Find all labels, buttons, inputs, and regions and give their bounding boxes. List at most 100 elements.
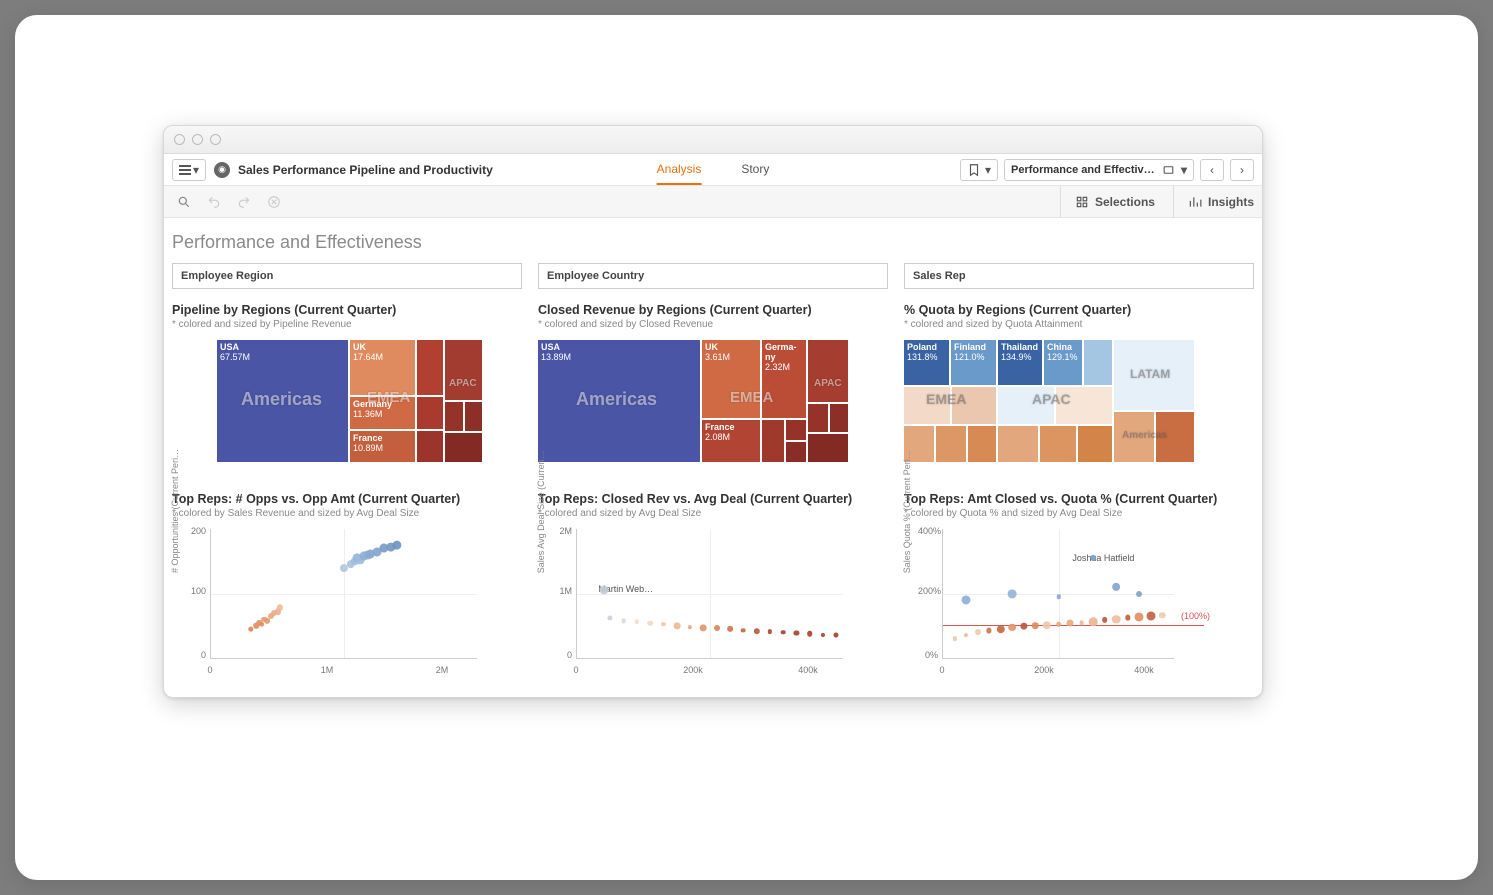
data-point[interactable] (1020, 623, 1027, 630)
data-point[interactable] (834, 633, 839, 638)
data-point[interactable] (688, 625, 692, 629)
data-point[interactable] (964, 633, 968, 637)
data-point[interactable] (1102, 617, 1108, 623)
cell-poland[interactable]: Poland 131.8% (904, 340, 949, 385)
cell-apac-s5[interactable] (1040, 426, 1076, 462)
traffic-light-close[interactable] (174, 134, 185, 145)
cell-uk[interactable]: UK 17.64M (350, 340, 415, 395)
data-point[interactable] (781, 630, 786, 635)
cell-usa[interactable]: USA 13.89M (538, 340, 700, 462)
cell-emea-s1[interactable] (904, 387, 950, 424)
data-point[interactable] (393, 541, 402, 550)
cell-apac-4[interactable] (808, 434, 848, 462)
cell-apac-2[interactable] (445, 402, 463, 431)
cell-germany[interactable]: Germa-ny 2.32M (762, 340, 806, 418)
data-point[interactable] (1112, 583, 1120, 591)
scatter-quota[interactable]: Sales Quota % (Current Peri… 0% 200% 400… (904, 529, 1174, 679)
data-point[interactable] (1135, 612, 1144, 621)
treemap-pipeline[interactable]: USA 67.57M UK 17.64M Germany 11.36M Fr (217, 340, 482, 462)
data-point[interactable] (962, 595, 971, 604)
panel-quota-treemap[interactable]: % Quota by Regions (Current Quarter) * c… (904, 303, 1254, 462)
data-point[interactable] (700, 624, 707, 631)
cell-amer-1[interactable] (1114, 412, 1154, 462)
cell-emea-2[interactable] (417, 397, 443, 429)
cell-usa[interactable]: USA 67.57M (217, 340, 348, 462)
cell-emea-3[interactable] (417, 431, 443, 462)
panel-pipeline-treemap[interactable]: Pipeline by Regions (Current Quarter) * … (172, 303, 522, 462)
data-point[interactable] (975, 629, 981, 635)
data-point[interactable] (1032, 623, 1038, 629)
treemap-closed[interactable]: USA 13.89M UK 3.61M Germa-ny 2.32M Fra (538, 340, 848, 462)
step-forward-button[interactable] (232, 191, 256, 213)
plot-area[interactable] (210, 529, 477, 659)
step-back-button[interactable] (202, 191, 226, 213)
data-point[interactable] (1008, 589, 1017, 598)
traffic-light-max[interactable] (210, 134, 221, 145)
data-point[interactable] (753, 628, 759, 634)
data-point[interactable] (1112, 615, 1120, 623)
cell-apac-s2[interactable] (998, 387, 1054, 424)
data-point[interactable] (821, 633, 825, 637)
smart-search-button[interactable] (172, 191, 196, 213)
data-point[interactable] (768, 629, 772, 633)
nav-menu-button[interactable]: ▾ (172, 159, 206, 181)
next-sheet-button[interactable]: › (1230, 159, 1254, 181)
cell-apac-s4[interactable] (998, 426, 1038, 462)
data-point[interactable] (952, 636, 956, 640)
data-point[interactable] (1067, 620, 1074, 627)
panel-opps-scatter[interactable]: Top Reps: # Opps vs. Opp Amt (Current Qu… (172, 492, 522, 679)
cell-finland[interactable]: Finland 121.0% (951, 340, 996, 385)
data-point[interactable] (673, 622, 680, 629)
cell-apac-1[interactable] (808, 340, 848, 402)
scatter-opps[interactable]: # Opportunities (Current Peri… 0 100 200… (172, 529, 477, 679)
bookmarks-button[interactable]: ▾ (960, 159, 998, 181)
traffic-light-min[interactable] (192, 134, 203, 145)
data-point[interactable] (1056, 595, 1060, 599)
tab-analysis[interactable]: Analysis (657, 154, 702, 185)
filter-sales-rep[interactable]: Sales Rep (904, 263, 1254, 289)
data-point[interactable] (621, 618, 626, 623)
cell-emea-s4[interactable] (936, 426, 966, 462)
filter-employee-region[interactable]: Employee Region (172, 263, 522, 289)
cell-apac-s6[interactable] (1078, 426, 1112, 462)
cell-latam-1[interactable] (1114, 340, 1194, 410)
treemap-quota[interactable]: Poland 131.8% Finland 121.0% (904, 340, 1194, 462)
insights-button[interactable]: Insights (1173, 186, 1254, 218)
data-point[interactable] (277, 605, 283, 611)
data-point[interactable] (997, 625, 1005, 633)
sheet-picker[interactable]: Performance and Effectiven… ▾ (1004, 159, 1194, 181)
cell-france[interactable]: France 10.89M (350, 431, 415, 462)
data-point[interactable] (987, 628, 992, 633)
cell-emea-s1[interactable] (762, 420, 784, 462)
panel-closed-scatter[interactable]: Top Reps: Closed Rev vs. Avg Deal (Curre… (538, 492, 888, 679)
filter-employee-country[interactable]: Employee Country (538, 263, 888, 289)
cell-apac-3[interactable] (465, 402, 482, 431)
panel-closed-treemap[interactable]: Closed Revenue by Regions (Current Quart… (538, 303, 888, 462)
cell-apac-3[interactable] (830, 404, 848, 432)
data-point[interactable] (807, 631, 813, 637)
panel-quota-scatter[interactable]: Top Reps: Amt Closed vs. Quota % (Curren… (904, 492, 1254, 679)
tab-story[interactable]: Story (741, 154, 769, 185)
data-point[interactable] (794, 630, 799, 635)
data-point[interactable] (635, 620, 640, 625)
data-point[interactable] (1089, 618, 1098, 627)
cell-apac-4[interactable] (445, 433, 482, 462)
plot-area[interactable]: (100%) Joshua Hatfield (942, 529, 1174, 659)
cell-amer-2[interactable] (1156, 412, 1194, 462)
data-point[interactable] (1090, 555, 1096, 561)
data-point[interactable] (1056, 621, 1062, 627)
data-point[interactable] (1136, 591, 1142, 597)
cell-apac-1[interactable] (445, 340, 482, 400)
cell-emea-s2[interactable] (952, 387, 996, 424)
cell-apac-s3[interactable] (1056, 387, 1112, 424)
scatter-closed[interactable]: Sales Avg Deal Size (Curren… 0 1M 2M 0 2… (538, 529, 843, 679)
data-point[interactable] (599, 586, 608, 595)
data-point[interactable] (1043, 621, 1051, 629)
cell-germany[interactable]: Germany 11.36M (350, 397, 415, 429)
cell-apac-2[interactable] (808, 404, 828, 432)
prev-sheet-button[interactable]: ‹ (1200, 159, 1224, 181)
cell-thailand[interactable]: Thailand 134.9% (998, 340, 1042, 385)
selections-tool-button[interactable]: Selections (1060, 186, 1155, 218)
data-point[interactable] (661, 622, 665, 626)
data-point[interactable] (259, 622, 265, 628)
